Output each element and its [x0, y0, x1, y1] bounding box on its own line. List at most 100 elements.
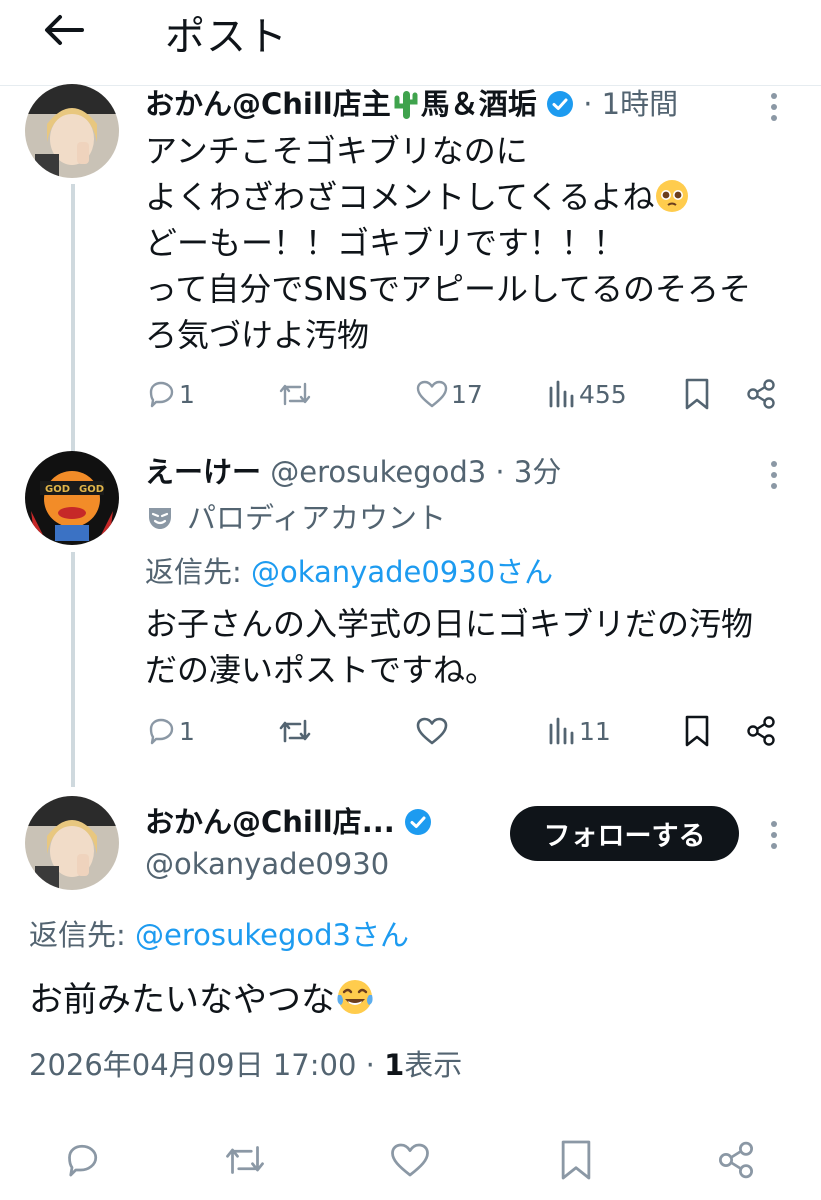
views-button[interactable]: 11: [547, 711, 611, 751]
svg-text:GOD: GOD: [45, 484, 70, 495]
views-chart-icon: [549, 717, 574, 745]
follow-button[interactable]: フォローする: [510, 806, 739, 861]
view-count: 11: [579, 716, 611, 746]
pleading-face-icon: [656, 180, 689, 212]
post-meta: 2026年04月09日 17:00 · 1表示: [29, 1042, 462, 1084]
tweet-line: お子さんの入学式の日にゴキブリだの汚物: [145, 605, 754, 643]
reply-target-link[interactable]: @okanyade0930さん: [251, 555, 553, 589]
tweet-line: って自分でSNSでアピールしてるのそろそ: [145, 270, 752, 308]
tweet-line: お前みたいなやつな: [29, 980, 335, 1020]
more-options-button[interactable]: [762, 458, 786, 494]
post-action-bar: [0, 1140, 821, 1192]
replying-to: 返信先: @erosukegod3さん: [29, 917, 409, 953]
tears-of-joy-icon: [337, 980, 373, 1014]
display-name-suffix: 馬＆酒垢: [420, 87, 537, 121]
parody-label: パロディアカウント: [187, 501, 446, 535]
tweet-actions: 1 17 455: [145, 374, 785, 414]
tweet-line: だの凄いポストですね。: [145, 651, 498, 689]
bookmark-icon: [561, 1140, 591, 1180]
tweet-text: お子さんの入学式の日にゴキブリだの汚物 だの凄いポストですね。: [145, 601, 753, 693]
parody-mask-icon: [149, 508, 171, 529]
retweet-button[interactable]: [277, 711, 313, 751]
retweet-icon: [226, 1146, 264, 1174]
reply-icon: [149, 718, 174, 745]
reply-button[interactable]: 1: [145, 374, 195, 414]
tweet-line: どーもー！！ゴキブリです！！！: [145, 224, 626, 262]
display-name[interactable]: おかん@Chill店...: [145, 805, 395, 839]
retweet-button[interactable]: [222, 1140, 268, 1180]
parody-label-row: パロディアカウント: [145, 500, 446, 536]
meta-separator: ·: [356, 1048, 385, 1082]
author-row: おかん@Chill店...: [145, 804, 432, 840]
tweet-text: アンチこそゴキブリなのに よくわざわざコメントしてくるよね どーもー！！ゴキブリ…: [145, 128, 751, 358]
bookmark-button[interactable]: [558, 1140, 594, 1180]
bookmark-button[interactable]: [683, 711, 711, 751]
avatar[interactable]: [25, 84, 119, 178]
cactus-icon: [394, 91, 418, 119]
arrow-left-icon: [45, 15, 84, 45]
share-icon: [719, 1141, 753, 1179]
replying-to: 返信先: @okanyade0930さん: [145, 554, 553, 590]
thread-line: [71, 552, 75, 787]
handle-row: @okanyade0930: [145, 846, 389, 882]
handle[interactable]: @okanyade0930: [145, 847, 389, 881]
more-options-button[interactable]: [762, 90, 786, 126]
timestamp[interactable]: 3分: [514, 455, 561, 489]
reply-target-link[interactable]: @erosukegod3さん: [135, 918, 409, 952]
like-button[interactable]: 17: [415, 374, 483, 414]
top-bar: ポスト: [0, 0, 821, 86]
views-button[interactable]: 455: [547, 374, 627, 414]
like-button[interactable]: [388, 1140, 432, 1180]
tweet-text: お前みたいなやつな: [29, 977, 375, 1023]
reply-button[interactable]: 1: [145, 711, 195, 751]
bookmark-button[interactable]: [683, 374, 711, 414]
heart-icon: [416, 717, 448, 745]
more-options-button[interactable]: [762, 818, 786, 854]
view-count: 1: [384, 1048, 405, 1082]
heart-icon: [416, 380, 448, 408]
tweet-actions: 1 11: [145, 711, 785, 751]
views-chart-icon: [549, 380, 574, 408]
reply-count: 1: [179, 716, 195, 746]
share-button[interactable]: [745, 374, 777, 414]
like-button[interactable]: [415, 711, 449, 751]
post-datetime[interactable]: 2026年04月09日 17:00: [29, 1048, 356, 1082]
reply-button[interactable]: [62, 1140, 102, 1180]
share-icon: [747, 379, 775, 409]
retweet-button[interactable]: [277, 374, 313, 414]
view-count: 455: [579, 379, 627, 409]
reply-icon: [68, 1144, 98, 1177]
timestamp[interactable]: 1時間: [602, 87, 678, 121]
author-row: おかん@Chill店主 馬＆酒垢 · 1時間: [145, 86, 678, 122]
author-row: えーけー @erosukegod3 · 3分: [145, 454, 561, 490]
heart-icon: [391, 1143, 429, 1177]
retweet-icon: [279, 382, 311, 406]
display-name[interactable]: おかん@Chill店主: [145, 87, 391, 121]
bookmark-icon: [685, 378, 709, 410]
avatar[interactable]: [25, 796, 119, 890]
avatar[interactable]: GOD GOD: [25, 451, 119, 545]
like-count: 17: [451, 379, 483, 409]
view-label: 表示: [404, 1048, 463, 1082]
reply-prefix: 返信先:: [29, 918, 135, 952]
svg-text:GOD: GOD: [79, 484, 104, 495]
page-title: ポスト: [165, 14, 288, 60]
verified-badge-icon: [546, 91, 573, 117]
time-separator: ·: [573, 87, 602, 121]
reply-count: 1: [179, 379, 195, 409]
time-separator: ·: [486, 455, 514, 489]
tweet-line: ろ気づけよ汚物: [145, 316, 370, 354]
tweet-line: よくわざわざコメントしてくるよね: [145, 174, 751, 220]
retweet-icon: [279, 719, 311, 743]
back-button[interactable]: [40, 6, 88, 54]
share-icon: [747, 716, 775, 746]
handle[interactable]: @erosukegod3: [270, 455, 486, 489]
display-name[interactable]: えーけー: [145, 455, 261, 489]
reply-prefix: 返信先:: [145, 555, 251, 589]
tweet-line: アンチこそゴキブリなのに: [145, 132, 528, 170]
share-button[interactable]: [716, 1140, 756, 1180]
bookmark-icon: [685, 715, 709, 747]
verified-badge-icon: [405, 809, 432, 835]
share-button[interactable]: [745, 711, 777, 751]
reply-icon: [149, 381, 174, 408]
